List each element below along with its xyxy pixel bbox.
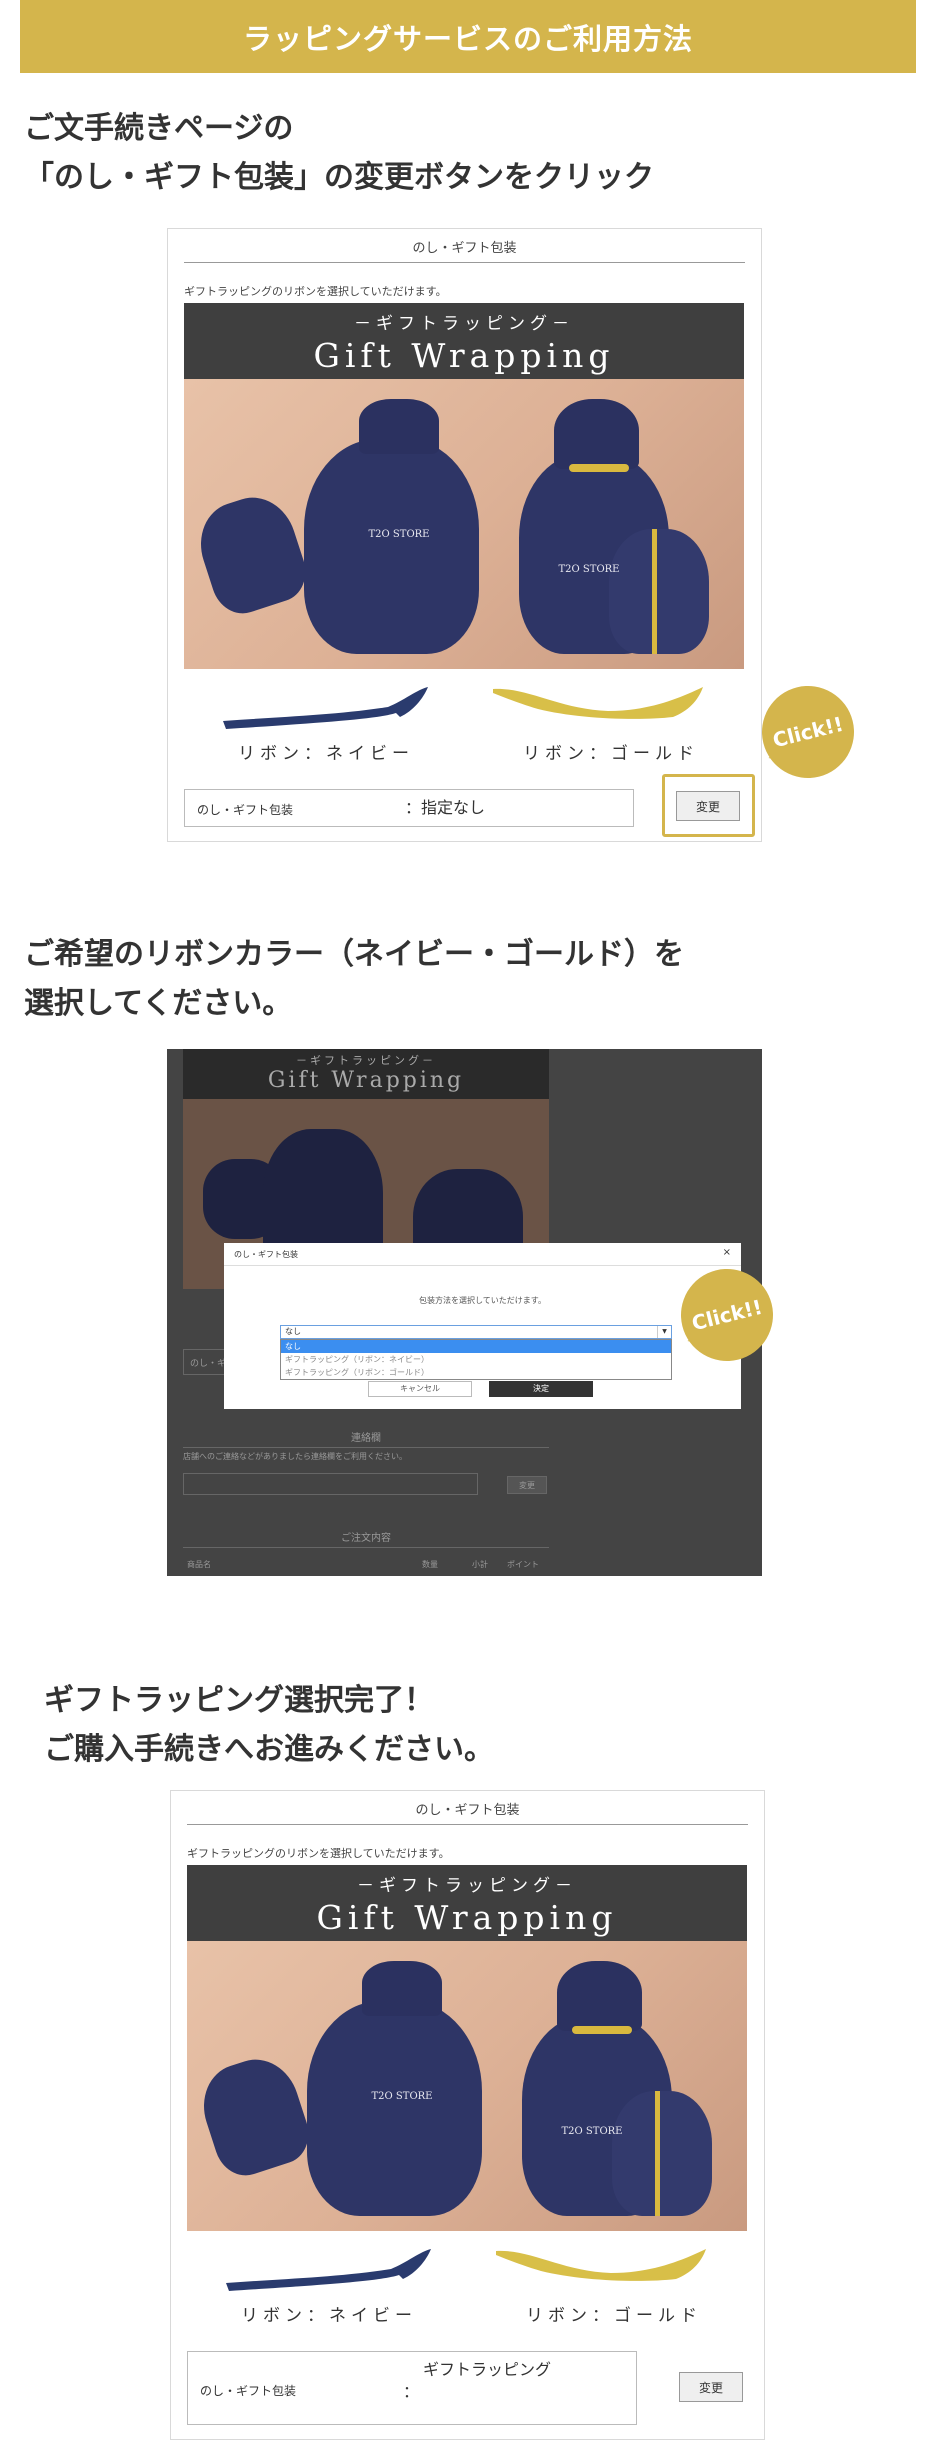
- gift-bags-photo: T2O STORE T2O STORE: [184, 379, 744, 669]
- modal-divider: [224, 1265, 741, 1266]
- modal-ok-button[interactable]: 決定: [489, 1381, 593, 1397]
- card3-gift-option-field: のし・ギフト包装 ： ギフトラッピング: [187, 2351, 637, 2425]
- card3-gift-option-value: ギフトラッピング: [423, 2360, 552, 2379]
- col-product: 商品名: [187, 1560, 211, 1569]
- small-gold-ribbon-bag: [609, 529, 709, 654]
- modal-close-button[interactable]: ×: [723, 1247, 731, 1258]
- gift-option-field: のし・ギフト包装 ：指定なし: [184, 789, 634, 827]
- card3-large-bag: [307, 2001, 482, 2216]
- contact-description: 店舗へのご連絡などがありましたら連絡欄をご利用ください。: [183, 1452, 407, 1461]
- gold-bag-neck: [554, 399, 639, 469]
- wrapping-options-list: なし ギフトラッピング（リボン：ネイビー） ギフトラッピング（リボン：ゴールド）: [280, 1339, 672, 1380]
- card3-navy-ribbon-image: [226, 2249, 431, 2291]
- step3-heading-line1: ギフトラッピング選択完了！: [44, 1683, 434, 1718]
- change-button[interactable]: 変更: [676, 791, 740, 821]
- gift-option-modal: のし・ギフト包装 × 包装方法を選択していただけます。 なし ▼ なし ギフトラ…: [224, 1243, 741, 1409]
- chevron-down-icon: ▼: [657, 1326, 671, 1338]
- large-navy-bag: [304, 439, 479, 654]
- col-subtotal: 小計: [472, 1560, 488, 1569]
- card3-large-bag-neck: [362, 1961, 442, 2016]
- gift-option-value: ：指定なし: [405, 798, 486, 817]
- gold-ribbon-image: [493, 687, 703, 719]
- card3-change-button[interactable]: 変更: [679, 2372, 743, 2402]
- large-bag-logo: T2O STORE: [354, 529, 444, 541]
- step3-heading: ギフトラッピング選択完了！ ご購入手続きへお進みください。: [44, 1676, 494, 1774]
- banner-title: ラッピングサービスのご利用方法: [242, 21, 693, 56]
- gift-option-label: のし・ギフト包装: [197, 803, 294, 817]
- gift-wrapping-title: Gift Wrapping: [313, 336, 615, 375]
- col-qty: 数量: [422, 1560, 438, 1569]
- contact-field: [183, 1473, 478, 1495]
- card3-description: ギフトラッピングのリボンを選択していただけます。: [187, 1847, 450, 1860]
- card3-large-bag-logo: T2O STORE: [357, 2091, 447, 2103]
- wrapping-select-value: なし: [285, 1327, 301, 1336]
- step2-screenshot: －ギフトラッピング－ Gift Wrapping のし・ギフト包装 連絡欄 店舗…: [167, 1049, 762, 1576]
- card3-ribbon-navy-label: リボン：ネイビー: [241, 2306, 417, 2326]
- dimmed-gw-title: Gift Wrapping: [267, 1068, 465, 1093]
- card3-gw-header: －ギフトラッピング－ Gift Wrapping: [187, 1865, 747, 1941]
- card3-small-gold-bag: [612, 2091, 712, 2216]
- dimmed-gw-subtitle: －ギフトラッピング－: [296, 1054, 436, 1067]
- small-navy-bag: [189, 487, 314, 621]
- card3-gold-bag-logo: T2O STORE: [547, 2126, 637, 2138]
- option-gold[interactable]: ギフトラッピング（リボン：ゴールド）: [281, 1366, 671, 1379]
- modal-cancel-button[interactable]: キャンセル: [368, 1381, 472, 1397]
- navy-ribbon-image: [223, 687, 428, 729]
- gold-ribbon-strip: [652, 529, 657, 654]
- card3-gold-bow: [572, 2026, 632, 2034]
- large-bag-neck: [359, 399, 439, 454]
- option-none[interactable]: なし: [281, 1340, 671, 1353]
- dimmed-gw-header: －ギフトラッピング－ Gift Wrapping: [183, 1049, 549, 1099]
- wrapping-select[interactable]: なし ▼: [280, 1325, 672, 1339]
- gift-wrapping-subtitle: －ギフトラッピング－: [354, 314, 574, 334]
- step1-heading-line1: ご文手続きページの: [24, 111, 294, 146]
- card3-ribbon-gold-label: リボン：ゴールド: [526, 2306, 702, 2326]
- card3-gift-option-label: のし・ギフト包装: [200, 2384, 297, 2398]
- click-badge: Click!!: [752, 676, 864, 788]
- large-bag-brand: T2O STORE: [368, 529, 430, 540]
- step2-heading-line2: 選択してください。: [24, 986, 293, 1021]
- card3-gift-option-colon: ：: [403, 2382, 420, 2401]
- page-banner: ラッピングサービスのご利用方法: [20, 0, 916, 73]
- ribbon-gold-label: リボン：ゴールド: [523, 744, 699, 764]
- card3-gold-bag-neck: [557, 1961, 642, 2031]
- contact-change-button: 変更: [507, 1476, 547, 1494]
- card3-small-bag: [192, 2049, 317, 2183]
- modal-instruction: 包装方法を選択していただけます。: [419, 1296, 546, 1305]
- option-navy[interactable]: ギフトラッピング（リボン：ネイビー）: [281, 1353, 671, 1366]
- col-point: ポイント: [507, 1560, 539, 1569]
- card3-gw-subtitle: －ギフトラッピング－: [357, 1876, 577, 1896]
- card3-gold-strip: [655, 2091, 660, 2216]
- step1-heading: ご文手続きページの 「のし・ギフト包装」の変更ボタンをクリック: [24, 104, 654, 202]
- step3-screenshot: のし・ギフト包装 ギフトラッピングのリボンを選択していただけます。 －ギフトラッ…: [170, 1790, 765, 2440]
- card3-gw-title: Gift Wrapping: [316, 1898, 618, 1937]
- click-badge-2-text: Click!!: [689, 1294, 765, 1336]
- card-description: ギフトラッピングのリボンを選択していただけます。: [184, 285, 447, 298]
- ribbon-navy-label: リボン：ネイビー: [238, 744, 414, 764]
- step2-heading-line1: ご希望のリボンカラー（ネイビー・ゴールド）を: [24, 937, 684, 972]
- modal-title: のし・ギフト包装: [234, 1250, 298, 1259]
- step1-screenshot: のし・ギフト包装 ギフトラッピングのリボンを選択していただけます。 －ギフトラッ…: [167, 228, 762, 842]
- card3-large-bag-brand: T2O STORE: [371, 2091, 433, 2102]
- card3-gift-bags-photo: T2O STORE T2O STORE: [187, 1941, 747, 2231]
- card3-title: のし・ギフト包装: [187, 1799, 748, 1825]
- card3-gold-ribbon-image: [496, 2249, 706, 2281]
- gold-bag-logo: T2O STORE: [544, 564, 634, 576]
- gold-ribbon-bow: [569, 464, 629, 472]
- step2-heading: ご希望のリボンカラー（ネイビー・ゴールド）を 選択してください。: [24, 930, 684, 1028]
- order-section-title: ご注文内容: [183, 1529, 549, 1548]
- gold-bag-brand: T2O STORE: [558, 564, 620, 575]
- gift-wrapping-header: －ギフトラッピング－ Gift Wrapping: [184, 303, 744, 379]
- click-badge-text: Click!!: [770, 711, 846, 753]
- step1-heading-line2: 「のし・ギフト包装」の変更ボタンをクリック: [24, 160, 654, 195]
- contact-section-title: 連絡欄: [183, 1429, 549, 1448]
- step3-heading-line2: ご購入手続きへお進みください。: [44, 1732, 494, 1767]
- card3-gold-bag-brand: T2O STORE: [561, 2126, 623, 2137]
- card-title: のし・ギフト包装: [184, 237, 745, 263]
